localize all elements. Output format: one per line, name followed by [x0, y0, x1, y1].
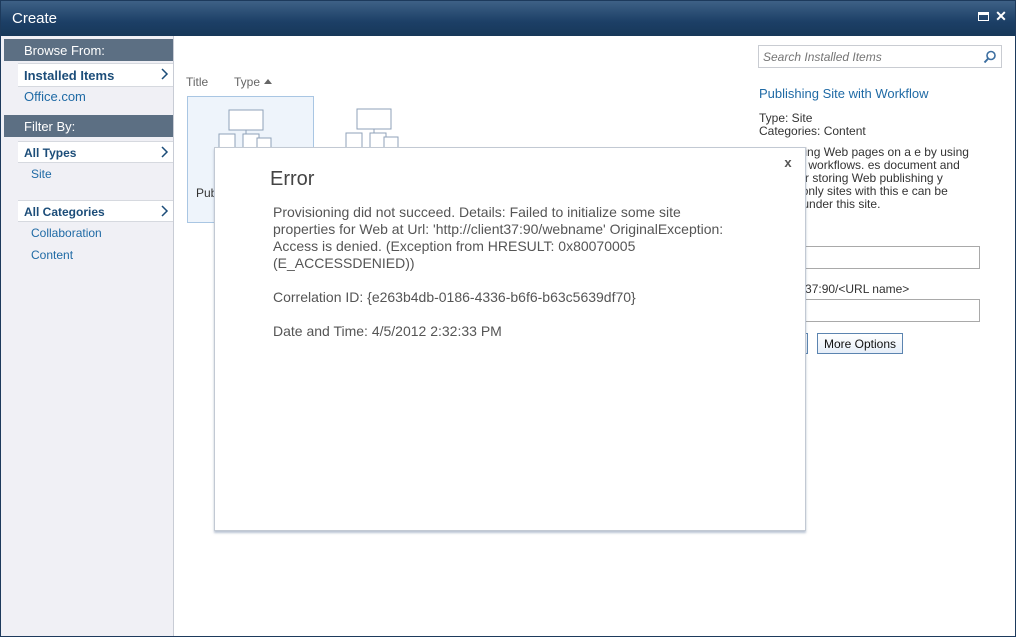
title-field[interactable]: ne — [783, 246, 980, 269]
column-header-label: Type — [234, 75, 261, 89]
filter-by-header: Filter By: — [4, 115, 173, 137]
filter-type-site[interactable]: Site — [31, 167, 52, 181]
error-datetime: Date and Time: 4/5/2012 2:32:33 PM — [273, 323, 502, 339]
column-header-type[interactable]: Type — [234, 75, 273, 89]
nav-item-label: All Categories — [24, 205, 105, 219]
error-dialog: x Error Provisioning did not succeed. De… — [214, 147, 806, 531]
search-input[interactable] — [759, 46, 979, 67]
nav-link-office-com[interactable]: Office.com — [24, 89, 86, 104]
column-header-title[interactable]: Title — [186, 75, 208, 89]
maximize-button[interactable] — [975, 8, 991, 24]
error-message: Provisioning did not succeed. Details: F… — [273, 204, 724, 271]
url-name-field[interactable]: ne — [783, 299, 980, 322]
chevron-right-icon — [161, 146, 169, 158]
maximize-icon — [977, 12, 989, 22]
filter-category-collaboration[interactable]: Collaboration — [31, 226, 102, 240]
chevron-right-icon — [161, 205, 169, 217]
title-bar: Create ✕ — [1, 1, 1015, 36]
dialog-body: Provisioning did not succeed. Details: F… — [273, 204, 743, 357]
nav-item-all-types[interactable]: All Types — [18, 141, 173, 163]
chevron-right-icon — [161, 68, 169, 80]
sort-ascending-icon — [264, 79, 273, 84]
nav-item-all-categories[interactable]: All Categories — [18, 200, 173, 222]
window-title: Create — [12, 10, 58, 27]
dialog-close-button[interactable]: x — [781, 156, 795, 170]
search-box — [758, 45, 1002, 68]
close-button[interactable]: ✕ — [993, 8, 1009, 24]
search-icon[interactable] — [983, 50, 997, 64]
close-icon: x — [784, 155, 792, 170]
left-nav: Browse From: Installed Items Office.com … — [1, 36, 174, 636]
template-detail-categories: Categories: Content — [759, 124, 866, 138]
more-options-button[interactable]: More Options — [817, 333, 903, 354]
template-detail-title: Publishing Site with Workflow — [759, 86, 929, 101]
browse-from-header: Browse From: — [4, 39, 173, 61]
close-icon: ✕ — [995, 8, 1007, 24]
filter-category-content[interactable]: Content — [31, 248, 73, 262]
dialog-title: Error — [270, 168, 315, 190]
nav-item-installed-items[interactable]: Installed Items — [18, 63, 173, 87]
template-detail-type: Type: Site — [759, 111, 813, 125]
create-window: Create ✕ Browse From: Installed Items Of… — [0, 0, 1016, 637]
nav-item-label: Installed Items — [24, 68, 115, 83]
nav-item-label: All Types — [24, 146, 77, 160]
correlation-id: Correlation ID: {e263b4db-0186-4336-b6f6… — [273, 289, 636, 305]
